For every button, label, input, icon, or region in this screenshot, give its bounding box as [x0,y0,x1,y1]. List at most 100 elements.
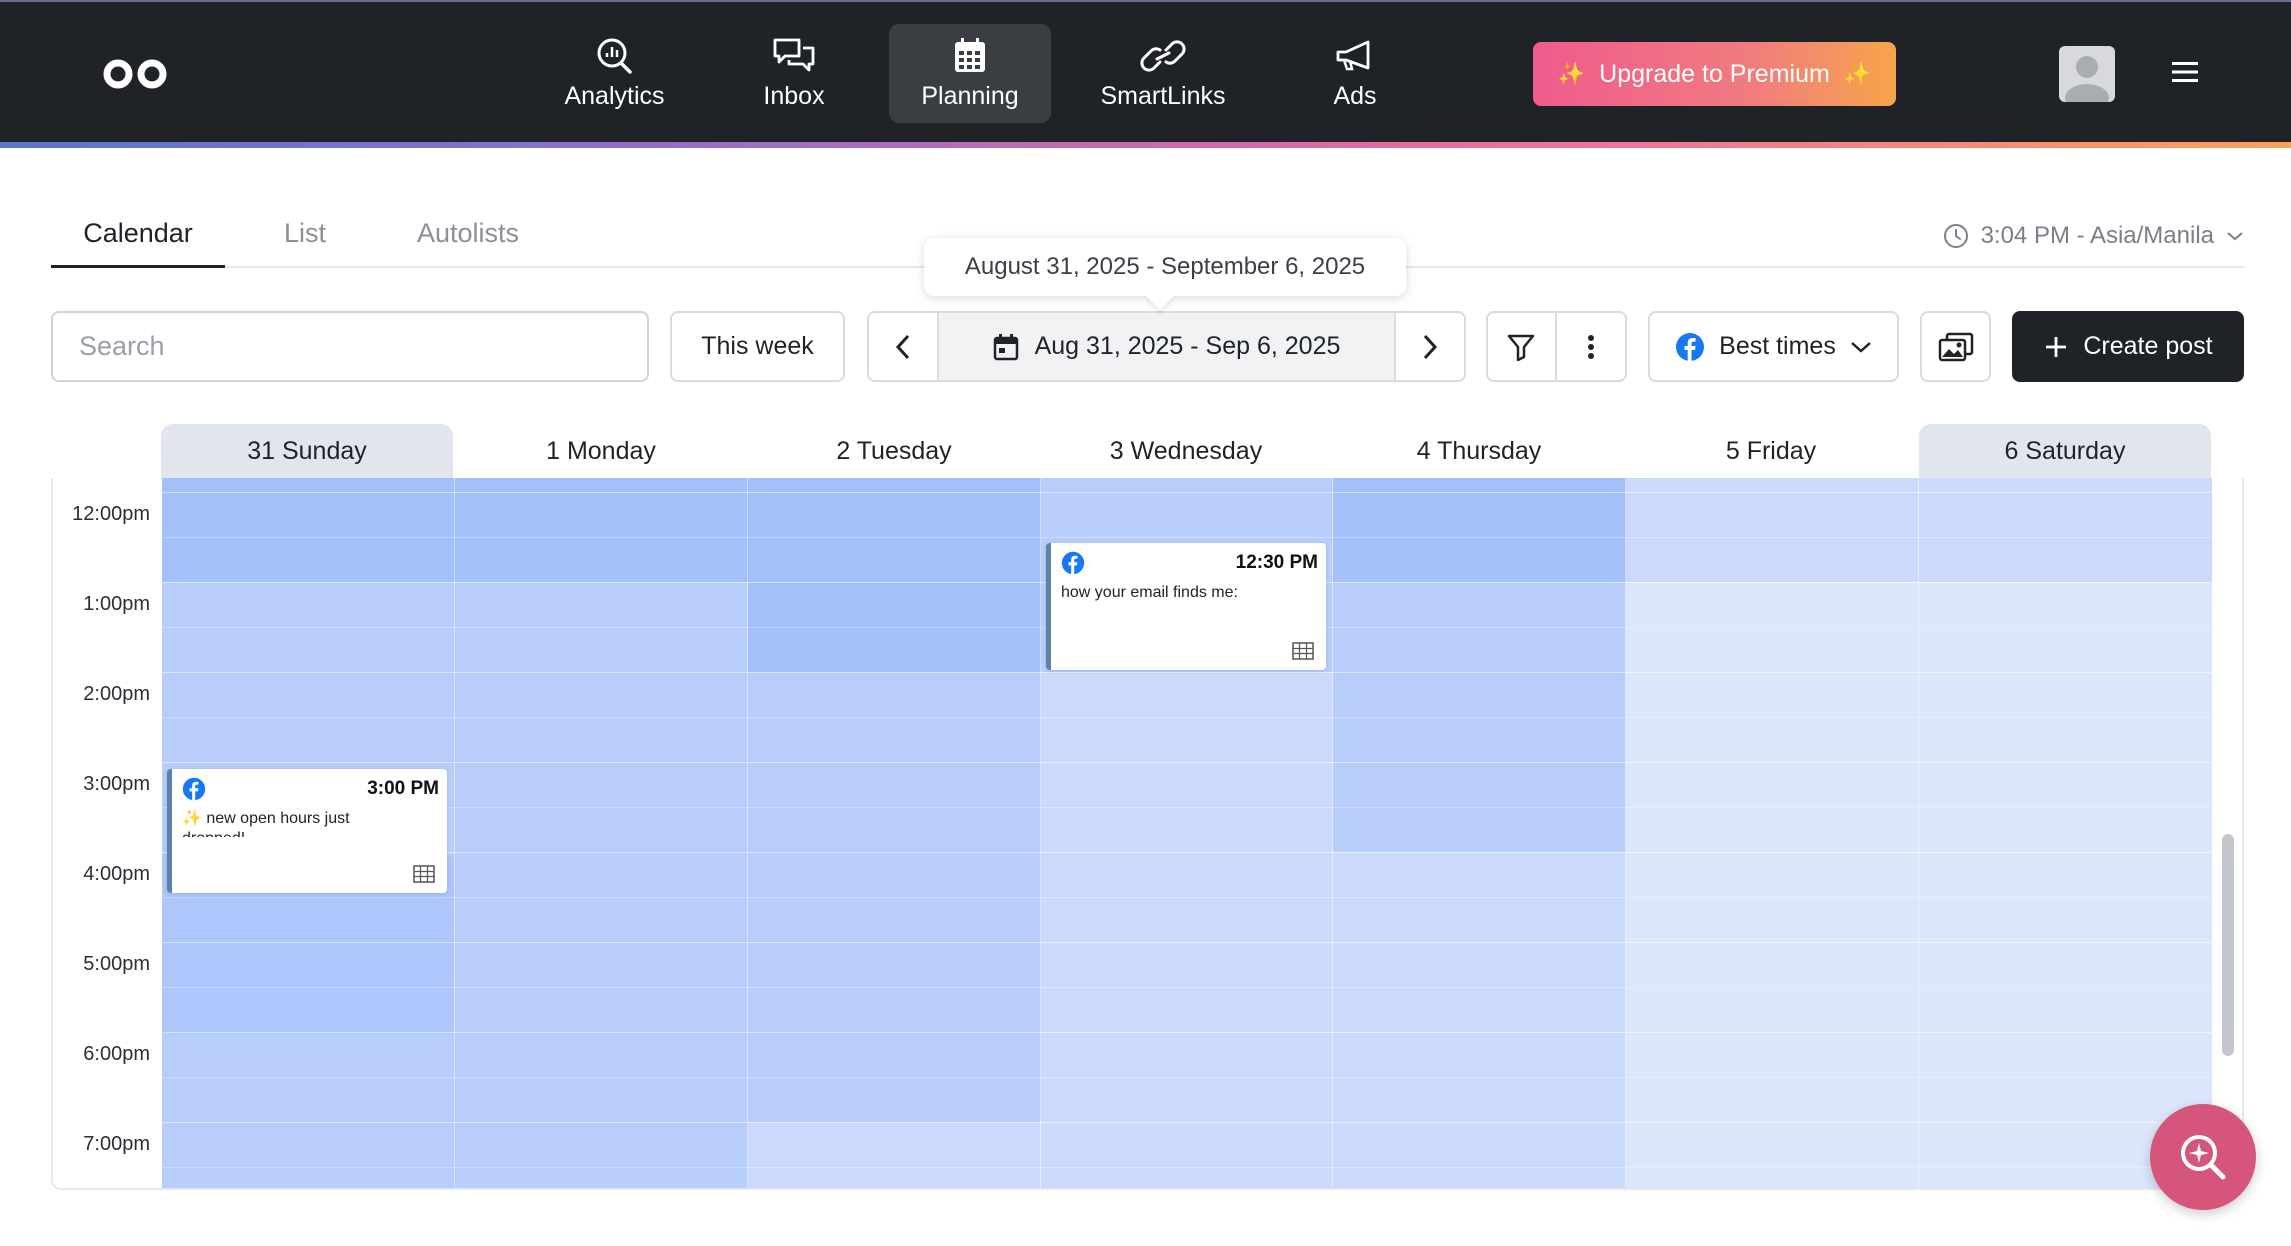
nav-analytics[interactable]: Analytics [543,24,686,123]
time-label: 5:00pm [83,953,150,975]
time-label: 3:00pm [83,773,150,795]
hour-line [162,852,2212,853]
hour-line [162,1032,2212,1033]
tab-autolists[interactable]: Autolists [417,218,519,268]
nav-label: Ads [1333,82,1377,110]
best-times-label: Best times [1719,332,1836,360]
day-header: 31 Sunday [161,424,453,478]
nav-smartlinks[interactable]: SmartLinks [1093,24,1233,123]
tab-calendar[interactable]: Calendar [51,218,225,268]
nav-label: Planning [921,82,1019,110]
day-header: 1 Monday [546,436,656,465]
upgrade-label: Upgrade to Premium [1599,59,1830,88]
kebab-menu-icon [1587,334,1594,359]
sparkle-icon: ✨ [1557,61,1586,86]
filter-button[interactable] [1488,313,1557,380]
hour-line [162,1122,2212,1123]
date-range-navigator: Aug 31, 2025 - Sep 6, 2025 [867,311,1466,382]
nav-label: SmartLinks [1100,82,1226,110]
time-label: 12:00pm [72,503,150,525]
logo-icon[interactable] [100,54,170,94]
nav-planning[interactable]: Planning [889,24,1051,123]
chevron-down-icon [1851,341,1871,353]
facebook-icon [1676,332,1705,361]
analytics-search-icon [597,38,632,74]
day-header: 4 Thursday [1416,436,1542,465]
search-input[interactable] [51,311,649,382]
scheduled-post-card[interactable]: 12:30 PM how your email finds me: [1046,543,1326,670]
timezone-label: 3:04 PM - Asia/Manila [1980,222,2214,249]
date-range-picker[interactable]: Aug 31, 2025 - Sep 6, 2025 [937,313,1396,380]
chevron-left-icon [895,334,910,359]
half-hour-line [162,717,2212,718]
plus-icon [2046,336,2067,357]
scheduled-post-card[interactable]: 3:00 PM ✨ new open hours just dropped! [167,769,447,893]
day-column-thursday[interactable] [1333,478,1626,1188]
chevron-right-icon [1423,334,1438,359]
clock-icon [1943,224,1968,248]
more-options-button[interactable] [1557,313,1626,380]
day-column-friday[interactable] [1626,478,1919,1188]
date-range-tooltip: August 31, 2025 - September 6, 2025 [924,238,1406,296]
facebook-icon [182,777,206,801]
ai-assistant-button[interactable] [2150,1104,2256,1210]
best-times-dropdown[interactable]: Best times [1648,311,1899,382]
upgrade-to-premium-button[interactable]: ✨ Upgrade to Premium ✨ [1533,42,1896,106]
facebook-icon [1061,551,1085,575]
this-week-button[interactable]: This week [670,311,845,382]
media-library-button[interactable] [1920,311,1991,382]
time-label: 7:00pm [83,1133,150,1155]
day-header: 6 Saturday [1919,424,2211,478]
nav-ads[interactable]: Ads [1300,24,1410,123]
create-post-button[interactable]: Create post [2012,311,2244,382]
chat-bubbles-icon [773,38,815,72]
calendar-icon [993,333,1018,360]
nav-label: Analytics [564,82,665,110]
day-column-saturday[interactable] [1919,478,2212,1188]
user-silhouette-icon [2065,56,2109,102]
post-time: 12:30 PM [1235,552,1318,573]
day-column-tuesday[interactable] [748,478,1041,1188]
tab-list[interactable]: List [284,218,326,268]
gradient-divider [0,142,2291,148]
previous-week-button[interactable] [869,313,937,380]
time-label: 1:00pm [83,593,150,615]
half-hour-line [162,1167,2212,1168]
filter-options-group [1486,311,1627,382]
half-hour-line [162,1077,2212,1078]
hour-line [162,492,2212,493]
magnify-sparkle-icon [2181,1135,2226,1180]
calendar-icon [955,38,985,72]
megaphone-icon [1336,40,1370,71]
post-caption: how your email finds me: [1061,584,1238,601]
time-label: 2:00pm [83,683,150,705]
table-grid-icon [1292,642,1314,660]
date-range-label: Aug 31, 2025 - Sep 6, 2025 [1034,332,1341,360]
half-hour-line [162,987,2212,988]
nav-label: Inbox [763,82,825,110]
calendar-scrollbar[interactable] [2222,834,2234,1056]
time-label: 4:00pm [83,863,150,885]
nav-inbox[interactable]: Inbox [744,24,844,123]
half-hour-line [162,897,2212,898]
day-header: 5 Friday [1725,436,1817,465]
avatar[interactable] [2059,46,2115,102]
day-header: 3 Wednesday [1109,436,1263,465]
day-header: 2 Tuesday [836,436,952,465]
filter-funnel-icon [1508,334,1535,361]
next-week-button[interactable] [1396,313,1464,380]
time-label: 6:00pm [83,1043,150,1065]
half-hour-line [162,537,2212,538]
link-icon [1140,40,1186,72]
half-hour-line [162,807,2212,808]
timezone-selector[interactable]: 3:04 PM - Asia/Manila [1943,222,2244,250]
post-caption: ✨ new open hours just dropped! [182,810,350,837]
hamburger-menu-icon[interactable] [2172,61,2198,83]
post-time: 3:00 PM [367,778,439,799]
day-column-monday[interactable] [455,478,748,1188]
image-gallery-icon [1938,332,1973,361]
chevron-down-icon [2227,232,2243,241]
sparkle-icon: ✨ [1843,61,1872,86]
create-post-label: Create post [2083,332,2213,360]
top-navigation-bar: Analytics Inbox Planning SmartLinks Ads … [0,0,2291,142]
